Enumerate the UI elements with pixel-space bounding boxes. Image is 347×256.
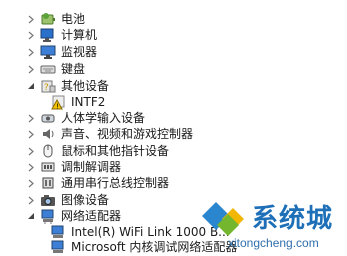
watermark-title: 系统城 [252,204,334,234]
watermark: 系统城 xitongcheng.com [200,200,347,254]
tree-item-usb-controllers[interactable]: 通用串行总线控制器 [26,174,169,192]
battery-icon [40,11,56,27]
watermark-url: xitongcheng.com [228,236,319,250]
tree-item-sound-video-game[interactable]: 声音、视频和游戏控制器 [26,125,193,143]
expand-arrow-icon[interactable] [26,174,36,192]
expand-arrow-icon[interactable] [26,125,36,143]
collapse-arrow-icon[interactable] [26,207,36,225]
unknown-device-warning-icon: ! [50,94,66,110]
tree-item-monitor[interactable]: 监视器 [26,43,97,61]
collapse-arrow-icon[interactable] [26,77,36,95]
tree-item-keyboard[interactable]: 键盘 [26,60,85,78]
network-adapter-icon [40,208,56,224]
keyboard-icon [40,61,56,77]
expand-arrow-icon[interactable] [26,43,36,61]
modem-icon [40,159,56,175]
tree-item-label: 计算机 [61,28,98,42]
network-card-icon [50,239,66,255]
speaker-icon [40,126,56,142]
monitor-icon [40,44,56,60]
camera-icon [40,192,56,208]
svg-text:?: ? [44,83,49,93]
computer-icon [40,27,56,43]
hid-icon [40,110,56,126]
expand-arrow-icon[interactable] [26,60,36,78]
watermark-logo-icon [202,202,244,236]
tree-item-label: 监视器 [61,45,98,59]
tree-item-label: 声音、视频和游戏控制器 [61,127,194,141]
tree-item-label: 通用串行总线控制器 [61,176,170,190]
tree-item-label: 键盘 [61,62,86,76]
tree-item-computer[interactable]: 计算机 [26,26,97,44]
other-devices-icon: ? [40,78,56,94]
mouse-icon [40,143,56,159]
expand-arrow-icon[interactable] [26,26,36,44]
usb-controller-icon [40,175,56,191]
